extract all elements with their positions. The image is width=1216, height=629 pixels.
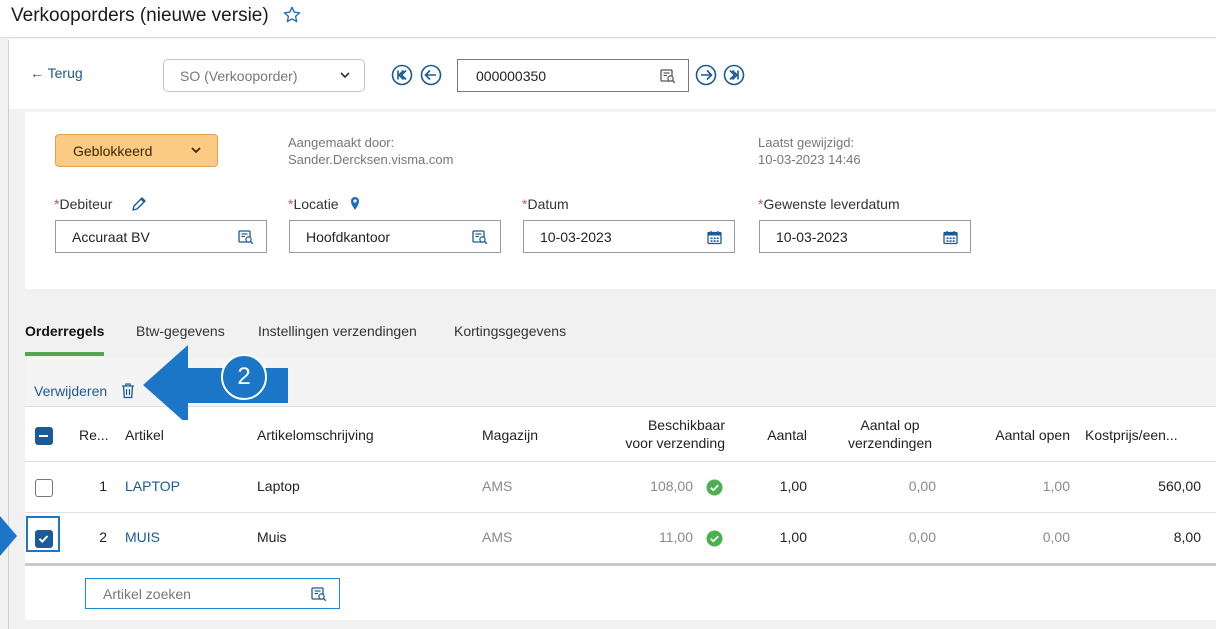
- open-qty-value: 1,00: [1042, 478, 1070, 494]
- location-pin-icon[interactable]: [350, 196, 360, 211]
- column-header-qty[interactable]: Aantal: [737, 426, 807, 444]
- item-search-placeholder: Artikel zoeken: [103, 586, 191, 602]
- item-description: Laptop: [257, 478, 300, 494]
- pointer-arrow-icon: [0, 516, 17, 556]
- calendar-icon[interactable]: [707, 230, 722, 245]
- step-number: 2: [237, 363, 251, 390]
- tab-kortingsgegevens[interactable]: Kortingsgegevens: [454, 323, 566, 339]
- selection-highlight: [26, 516, 60, 552]
- date-value: 10-03-2023: [540, 229, 612, 245]
- on-shipments-value: 0,00: [908, 478, 936, 494]
- first-record-icon[interactable]: [391, 64, 413, 86]
- last-modified-label: Laatst gewijzigd:: [758, 135, 855, 150]
- line-number: 2: [99, 529, 107, 545]
- order-number-value: 000000350: [476, 68, 547, 84]
- order-number-field[interactable]: 000000350: [457, 59, 689, 92]
- last-modified-value: 10-03-2023 14:46: [758, 152, 861, 167]
- open-qty-value: 0,00: [1042, 529, 1070, 545]
- step-badge: 2: [221, 354, 267, 400]
- previous-record-icon[interactable]: [420, 64, 442, 86]
- chevron-down-icon: [340, 72, 350, 79]
- lookup-icon[interactable]: [472, 230, 488, 245]
- column-header-on-shipments[interactable]: Aantal op verzendingen: [815, 416, 965, 452]
- column-header-available[interactable]: Beschikbaar voor verzending: [585, 416, 725, 452]
- available-value: 11,00: [659, 529, 693, 545]
- item-search-input[interactable]: Artikel zoeken: [85, 578, 340, 609]
- grid-summary-divider: [25, 563, 1216, 566]
- cost-value[interactable]: 560,00: [1085, 478, 1201, 494]
- delivery-date-field[interactable]: 10-03-2023: [759, 220, 971, 253]
- row-checkbox[interactable]: [35, 479, 53, 497]
- check-circle-icon: [706, 479, 723, 496]
- created-by-value: Sander.Dercksen.visma.com: [288, 152, 454, 167]
- column-header-item[interactable]: Artikel: [125, 426, 164, 444]
- next-record-icon[interactable]: [695, 64, 717, 86]
- item-link[interactable]: MUIS: [125, 529, 160, 545]
- delivery-date-label: *Gewenste leverdatum: [758, 196, 900, 212]
- table-row[interactable]: 2 MUIS Muis AMS 11,00 1,00 0,00 0,00 8,0…: [25, 513, 1216, 564]
- column-header-open-qty[interactable]: Aantal open: [965, 426, 1070, 444]
- column-header-cost[interactable]: Kostprijs/een...: [1085, 426, 1178, 444]
- line-number: 1: [99, 478, 107, 494]
- column-header-description[interactable]: Artikelomschrijving: [257, 426, 374, 444]
- location-field[interactable]: Hoofdkantoor: [289, 220, 501, 253]
- on-shipments-value: 0,00: [908, 529, 936, 545]
- select-all-checkbox[interactable]: [35, 427, 53, 445]
- check-circle-icon: [706, 530, 723, 547]
- last-record-icon[interactable]: [723, 64, 745, 86]
- qty-value[interactable]: 1,00: [737, 529, 807, 545]
- table-row[interactable]: 1 LAPTOP Laptop AMS 108,00 1,00 0,00 1,0…: [25, 462, 1216, 513]
- item-description: Muis: [257, 529, 287, 545]
- created-by-label: Aangemaakt door:: [288, 135, 395, 150]
- qty-value[interactable]: 1,00: [737, 478, 807, 494]
- column-header-line[interactable]: Re...: [79, 426, 109, 444]
- lookup-icon[interactable]: [311, 587, 327, 602]
- date-field[interactable]: 10-03-2023: [523, 220, 735, 253]
- column-header-warehouse[interactable]: Magazijn: [482, 426, 538, 444]
- date-label: *Datum: [522, 196, 569, 212]
- lookup-icon[interactable]: [660, 69, 676, 84]
- warehouse-value: AMS: [482, 478, 513, 494]
- calendar-icon[interactable]: [943, 230, 958, 245]
- available-value: 108,00: [650, 478, 693, 494]
- warehouse-value: AMS: [482, 529, 513, 545]
- cost-value[interactable]: 8,00: [1085, 529, 1201, 545]
- delivery-date-value: 10-03-2023: [776, 229, 848, 245]
- location-value: Hoofdkantoor: [306, 229, 391, 245]
- item-link[interactable]: LAPTOP: [125, 478, 180, 494]
- page: Verkooporders (nieuwe versie) ← Terug SO…: [0, 0, 1216, 629]
